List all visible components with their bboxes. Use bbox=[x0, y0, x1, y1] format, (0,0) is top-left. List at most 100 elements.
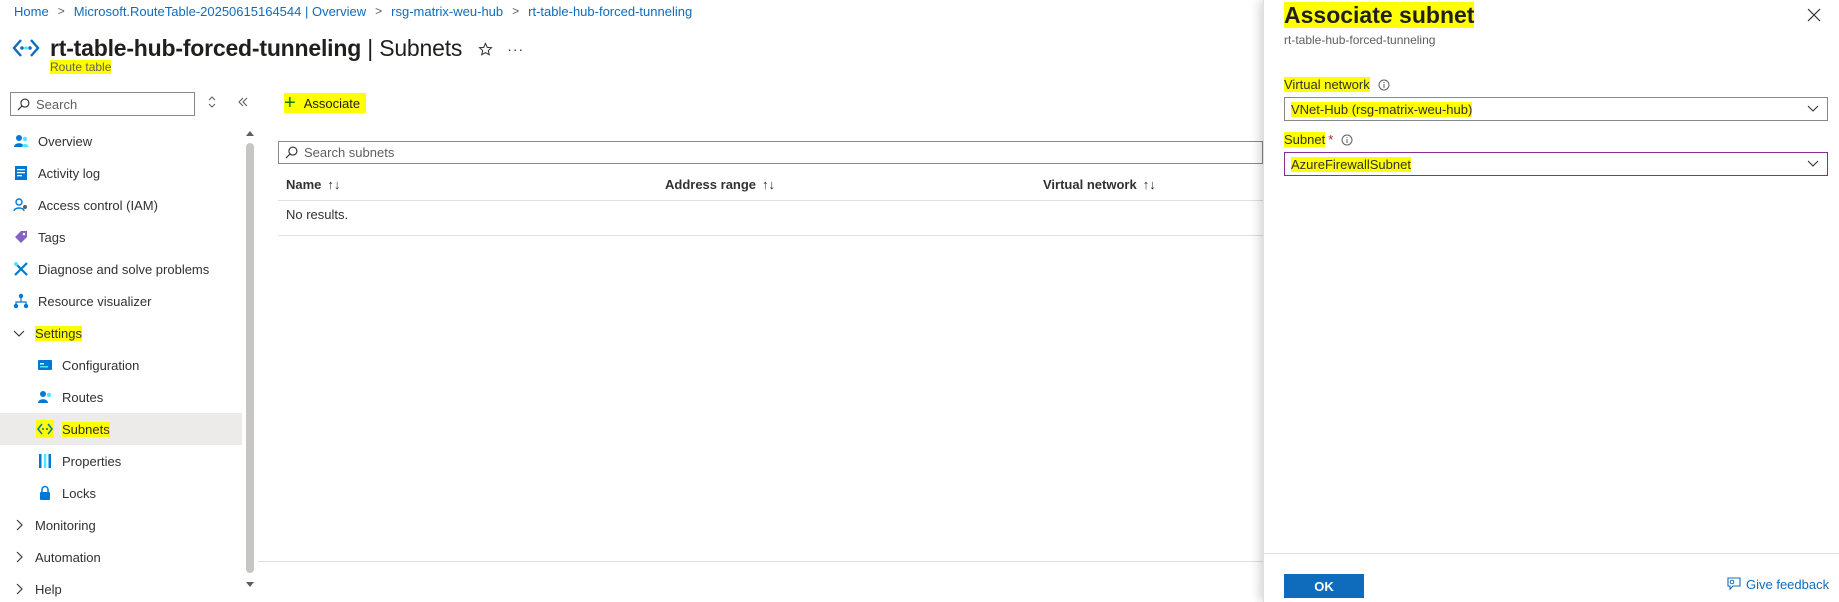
sidebar-nav: Overview Activity log Access control (IA… bbox=[0, 125, 242, 602]
breadcrumb-separator: > bbox=[57, 4, 65, 18]
sidebar-group-label: Settings bbox=[35, 325, 82, 341]
sidebar-item-diagnose[interactable]: Diagnose and solve problems bbox=[0, 253, 242, 285]
close-icon[interactable] bbox=[1807, 8, 1823, 24]
breadcrumb-separator: > bbox=[375, 4, 383, 18]
page-title: rt-table-hub-forced-tunneling | Subnets bbox=[50, 34, 463, 61]
collapse-sidebar-icon[interactable] bbox=[237, 95, 249, 109]
sidebar-search-placeholder: Search bbox=[36, 96, 78, 112]
virtual-network-dropdown[interactable]: VNet-Hub (rsg-matrix-weu-hub) bbox=[1284, 97, 1828, 121]
sidebar-item-label: Diagnose and solve problems bbox=[38, 261, 210, 277]
subnet-dropdown[interactable]: AzureFirewallSubnet bbox=[1284, 152, 1828, 176]
sidebar-item-properties[interactable]: Properties bbox=[0, 445, 242, 477]
scroll-up-icon[interactable] bbox=[245, 129, 255, 137]
chevron-right-icon bbox=[13, 519, 27, 531]
virtual-network-label: Virtual network bbox=[1284, 77, 1390, 92]
info-icon[interactable] bbox=[1378, 79, 1390, 91]
sidebar-group-automation[interactable]: Automation bbox=[0, 541, 242, 573]
sidebar-item-overview[interactable]: Overview bbox=[0, 125, 242, 157]
sidebar-search-input[interactable]: Search bbox=[10, 92, 195, 116]
resource-type-label: Route table bbox=[50, 60, 112, 74]
virtual-network-value: VNet-Hub (rsg-matrix-weu-hub) bbox=[1291, 101, 1473, 117]
sidebar-item-locks[interactable]: Locks bbox=[0, 477, 242, 509]
lock-icon bbox=[36, 484, 54, 502]
sidebar-scrollbar[interactable] bbox=[244, 125, 254, 593]
sidebar-item-label: Configuration bbox=[62, 357, 140, 373]
ok-button[interactable]: OK bbox=[1284, 574, 1364, 598]
sidebar-group-label: Monitoring bbox=[35, 517, 96, 533]
overview-icon bbox=[12, 132, 30, 150]
sidebar-group-label: Help bbox=[35, 581, 62, 597]
sidebar-item-activity-log[interactable]: Activity log bbox=[0, 157, 242, 189]
breadcrumb-resource-group[interactable]: rsg-matrix-weu-hub bbox=[391, 4, 503, 19]
breadcrumb-separator: > bbox=[512, 4, 520, 18]
give-feedback-link[interactable]: Give feedback bbox=[1726, 576, 1829, 592]
sidebar-group-help[interactable]: Help bbox=[0, 573, 242, 602]
sidebar-group-monitoring[interactable]: Monitoring bbox=[0, 509, 242, 541]
divider bbox=[258, 561, 1263, 562]
route-table-icon bbox=[12, 37, 42, 67]
visualizer-icon bbox=[12, 292, 30, 310]
sidebar-item-tags[interactable]: Tags bbox=[0, 221, 242, 253]
sidebar-item-label: Properties bbox=[62, 453, 122, 469]
iam-icon bbox=[12, 196, 30, 214]
sidebar-item-label: Resource visualizer bbox=[38, 293, 152, 309]
sort-icon: ↑↓ bbox=[1142, 177, 1156, 192]
breadcrumb-home[interactable]: Home bbox=[14, 4, 49, 19]
activity-log-icon bbox=[12, 164, 30, 182]
add-icon: + bbox=[284, 92, 296, 114]
configuration-icon bbox=[36, 356, 54, 374]
diagnose-icon bbox=[12, 260, 30, 278]
subnet-value: AzureFirewallSubnet bbox=[1291, 156, 1411, 172]
sidebar-item-subnets[interactable]: Subnets bbox=[0, 413, 242, 445]
more-icon[interactable]: ··· bbox=[507, 41, 524, 57]
subnets-icon bbox=[36, 420, 54, 438]
sidebar-item-resource-visualizer[interactable]: Resource visualizer bbox=[0, 285, 242, 317]
chevron-down-icon bbox=[1807, 104, 1819, 114]
chevron-down-icon bbox=[1807, 159, 1819, 169]
sidebar-item-configuration[interactable]: Configuration bbox=[0, 349, 242, 381]
give-feedback-label: Give feedback bbox=[1746, 576, 1830, 592]
sidebar-item-label: Locks bbox=[62, 485, 96, 501]
associate-label: Associate bbox=[303, 95, 361, 111]
column-header-name[interactable]: Name ↑↓ bbox=[286, 177, 340, 192]
sort-icon: ↑↓ bbox=[762, 177, 776, 192]
feedback-icon bbox=[1727, 577, 1741, 591]
empty-state-text: No results. bbox=[286, 207, 349, 222]
panel-title: Associate subnet bbox=[1284, 2, 1475, 28]
star-icon[interactable] bbox=[478, 41, 493, 57]
sidebar-item-label: Access control (IAM) bbox=[38, 197, 158, 213]
subnets-table-header: Name ↑↓ Address range ↑↓ Virtual network ↑↓ bbox=[278, 167, 1263, 201]
chevron-right-icon bbox=[13, 583, 27, 595]
panel-subtitle: rt-table-hub-forced-tunneling bbox=[1284, 33, 1436, 47]
tag-icon bbox=[12, 228, 30, 246]
chevron-right-icon bbox=[13, 551, 27, 563]
breadcrumb-route-table[interactable]: rt-table-hub-forced-tunneling bbox=[528, 4, 692, 19]
sidebar-item-label: Activity log bbox=[38, 165, 101, 181]
info-icon[interactable] bbox=[1341, 134, 1353, 146]
sidebar-item-iam[interactable]: Access control (IAM) bbox=[0, 189, 242, 221]
breadcrumb: Home > Microsoft.RouteTable-202506151645… bbox=[14, 3, 692, 19]
subnet-label: Subnet * bbox=[1284, 132, 1353, 147]
search-icon bbox=[285, 146, 298, 159]
associate-button[interactable]: + Associate bbox=[284, 92, 367, 114]
properties-icon bbox=[36, 452, 54, 470]
scrollbar-thumb[interactable] bbox=[246, 143, 254, 573]
breadcrumb-deployment[interactable]: Microsoft.RouteTable-20250615164544 | Ov… bbox=[74, 4, 366, 19]
sort-icon: ↑↓ bbox=[327, 177, 341, 192]
sort-updown-icon[interactable] bbox=[207, 95, 217, 109]
required-indicator: * bbox=[1328, 132, 1334, 147]
sidebar-item-label: Routes bbox=[62, 389, 104, 405]
panel-footer-divider bbox=[1264, 553, 1839, 554]
associate-subnet-panel: Associate subnet rt-table-hub-forced-tun… bbox=[1263, 0, 1839, 602]
sidebar-item-label: Tags bbox=[38, 229, 66, 245]
column-header-address-range[interactable]: Address range ↑↓ bbox=[665, 177, 775, 192]
search-subnets-input[interactable]: Search subnets bbox=[278, 141, 1263, 164]
sidebar-item-label: Subnets bbox=[62, 421, 110, 437]
search-subnets-placeholder: Search subnets bbox=[304, 145, 395, 160]
scroll-down-icon[interactable] bbox=[245, 581, 255, 589]
sidebar-item-label: Overview bbox=[38, 133, 93, 149]
table-divider bbox=[278, 235, 1263, 236]
column-header-virtual-network[interactable]: Virtual network ↑↓ bbox=[1043, 177, 1156, 192]
sidebar-item-routes[interactable]: Routes bbox=[0, 381, 242, 413]
sidebar-group-settings[interactable]: Settings bbox=[0, 317, 242, 349]
